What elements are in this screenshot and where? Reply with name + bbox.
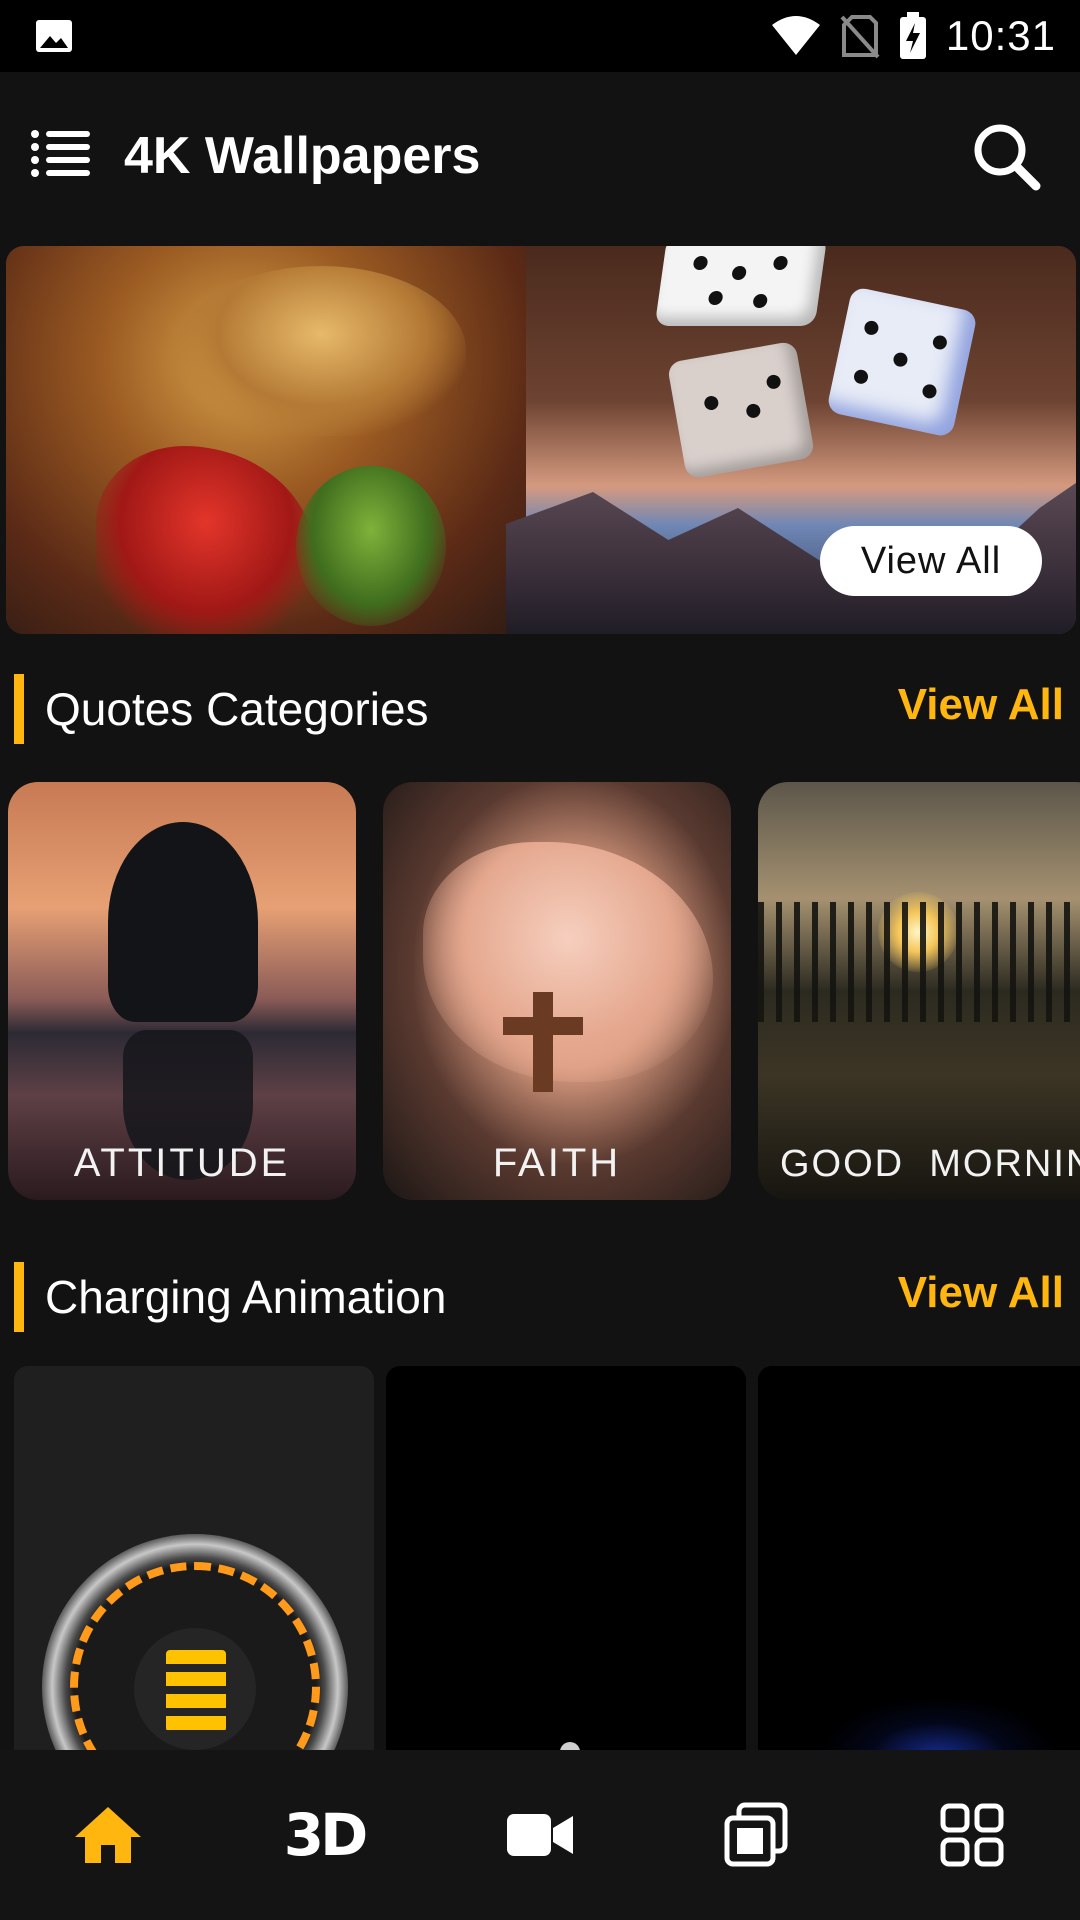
grid-icon xyxy=(940,1803,1004,1867)
charging-animation-list[interactable] xyxy=(0,1366,1080,1750)
category-label: GOOD MORNING xyxy=(780,1143,1080,1185)
banner-hulk-art xyxy=(296,466,446,626)
trees-art xyxy=(758,902,1080,1022)
cross-art xyxy=(503,1017,583,1035)
dice-art xyxy=(666,340,816,480)
dice-art xyxy=(826,286,978,438)
video-camera-icon xyxy=(507,1814,573,1856)
status-time: 10:31 xyxy=(945,12,1056,59)
gallery-icon xyxy=(724,1802,788,1867)
no-sim-icon xyxy=(840,15,880,59)
nav-3d[interactable]: 3D xyxy=(216,1750,432,1920)
hooded-figure-art xyxy=(108,822,258,1022)
home-icon xyxy=(75,1807,141,1863)
3d-icon: 3D xyxy=(283,1801,368,1869)
charging-card[interactable] xyxy=(758,1366,1080,1750)
search-icon[interactable] xyxy=(970,120,1042,192)
wifi-icon xyxy=(771,16,820,55)
category-card-attitude[interactable]: ATTITUDE xyxy=(8,782,356,1200)
charging-dot-art xyxy=(560,1742,580,1750)
dice-art xyxy=(654,246,828,326)
quotes-section-title: Quotes Categories xyxy=(45,683,429,735)
category-label: ATTITUDE xyxy=(73,1141,291,1185)
app-bar: 4K Wallpapers xyxy=(0,72,1080,242)
menu-icon[interactable] xyxy=(30,128,92,178)
charging-section-title: Charging Animation xyxy=(45,1271,447,1323)
battery-charging-icon xyxy=(899,12,926,59)
nav-home[interactable] xyxy=(0,1750,216,1920)
charging-glow-art xyxy=(818,1696,1058,1750)
cross-art xyxy=(533,992,553,1092)
nav-gallery[interactable] xyxy=(648,1750,864,1920)
nav-video[interactable] xyxy=(432,1750,648,1920)
quotes-view-all-link[interactable]: View All xyxy=(898,680,1064,730)
praying-hands-art xyxy=(423,842,713,1082)
charging-view-all-link[interactable]: View All xyxy=(898,1268,1064,1318)
banner-view-all-button[interactable]: View All xyxy=(820,526,1042,596)
quotes-section-header: Quotes Categories View All xyxy=(0,668,1080,748)
banner-lions-art xyxy=(176,266,466,436)
image-icon xyxy=(36,20,72,52)
category-card-good-morning[interactable]: GOOD MORNING xyxy=(758,782,1080,1200)
charging-section-header: Charging Animation View All xyxy=(0,1256,1080,1336)
section-accent-bar xyxy=(14,1262,24,1332)
category-card-faith[interactable]: FAITH xyxy=(383,782,731,1200)
quotes-categories-list[interactable]: ATTITUDE FAITH GOOD MORNING xyxy=(0,782,1080,1202)
charging-card[interactable] xyxy=(386,1366,746,1750)
section-accent-bar xyxy=(14,674,24,744)
category-label: FAITH xyxy=(492,1141,622,1185)
featured-banner[interactable]: View All xyxy=(6,246,1076,634)
status-bar: 10:31 xyxy=(0,0,1080,72)
battery-bars-art xyxy=(166,1650,226,1732)
charging-card[interactable] xyxy=(14,1366,374,1750)
bottom-navigation: 3D xyxy=(0,1750,1080,1920)
app-title: 4K Wallpapers xyxy=(124,127,481,185)
nav-categories[interactable] xyxy=(864,1750,1080,1920)
